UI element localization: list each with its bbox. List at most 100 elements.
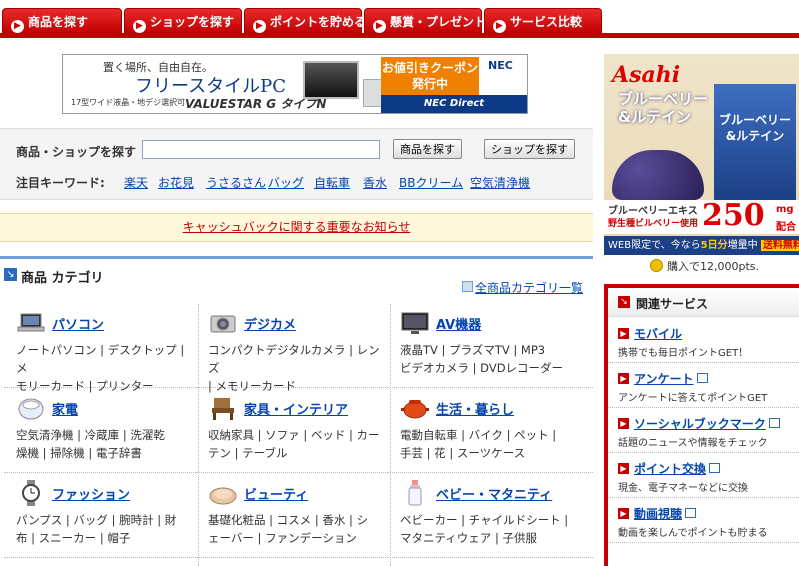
- ad-info-strip: ブルーベリーエキス 野生種ビルベリー使用 250 mg 配合: [604, 198, 799, 234]
- related-link[interactable]: 動画視聴: [634, 505, 697, 522]
- related-link[interactable]: モバイル: [634, 325, 682, 342]
- play-icon: ▶: [253, 20, 266, 33]
- keyword-link[interactable]: BBクリーム: [399, 174, 463, 191]
- category-link[interactable]: デジカメ: [244, 314, 296, 333]
- category-link[interactable]: ビューティ: [244, 484, 308, 503]
- related-services-title: 関連サービス: [636, 297, 709, 311]
- arrow-right-icon: ▶: [618, 373, 629, 384]
- pot-icon: [401, 400, 429, 419]
- tab-prizes[interactable]: ▶ 懸賞・プレゼント: [364, 8, 486, 34]
- category-link[interactable]: ベビー・マタニティ: [436, 484, 552, 503]
- search-box: 商品・ショップを探す 商品を探す ショップを探す 注目キーワード: 楽天 お花見…: [0, 128, 593, 200]
- subcategory-list: 液晶TV | プラズマTV | MP3 ビデオカメラ | DVDレコーダー: [400, 343, 564, 375]
- top-nav: ▶ 商品を探す ▶ ショップを探す ▶ ポイントを貯める ▶ 懸賞・プレゼント ▶ サービ…: [0, 0, 799, 38]
- related-desc: 携帯でも毎日ポイントGET！: [618, 348, 749, 359]
- category-link[interactable]: 生活・暮らし: [436, 399, 514, 418]
- blueberries-image: [612, 150, 704, 200]
- related-item-mobile: ▶ モバイル 携帯でも毎日ポイントGET！: [608, 317, 799, 363]
- category-cell: ベビー・マタニティ ベビーカー | チャイルドシート | マタニティウェア | 子…: [388, 474, 593, 558]
- search-products-button[interactable]: 商品を探す: [393, 139, 462, 159]
- tv-icon: [401, 312, 429, 334]
- tab-service-compare[interactable]: ▶ サービス比較: [484, 8, 602, 34]
- nec-banner-ad[interactable]: 置く場所、自由自在。 フリースタイルPC 17型ワイド液晶・地デジ選択可 VAL…: [62, 54, 528, 114]
- category-cell: 家具・インテリア 収納家具 | ソファ | ベッド | カー テン | テーブル: [196, 389, 388, 473]
- category-link[interactable]: AV機器: [436, 314, 481, 333]
- category-link[interactable]: ファッション: [52, 484, 130, 503]
- play-icon: ▶: [133, 20, 146, 33]
- category-title: 商品 カテゴリ: [21, 271, 104, 286]
- subcategory-list: 基礎化粧品 | コスメ | 香水 | シェーバー | ファンデーション: [208, 513, 369, 545]
- related-desc: 話題のニュースや情報をチェック: [618, 438, 768, 449]
- arrow-icon: ↘: [618, 296, 630, 308]
- keyword-link[interactable]: 自転車: [314, 174, 350, 191]
- category-link[interactable]: パソコン: [52, 314, 104, 333]
- cashback-notice-link[interactable]: キャッシュバックに関する重要なお知らせ: [183, 220, 411, 234]
- category-link[interactable]: 家具・インテリア: [244, 399, 348, 418]
- subcategory-list: 収納家具 | ソファ | ベッド | カー テン | テーブル: [208, 428, 380, 460]
- chair-icon: [212, 398, 234, 420]
- keyword-link[interactable]: お花見: [158, 174, 194, 191]
- category-cell: ファッション パンプス | バッグ | 腕時計 | 財布 | スニーカー | 帽…: [4, 474, 196, 558]
- related-services-header: ↘ 関連サービス: [608, 288, 799, 317]
- arrow-right-icon: ▶: [618, 508, 629, 519]
- subcategory-list: パンプス | バッグ | 腕時計 | 財布 | スニーカー | 帽子: [16, 513, 177, 545]
- related-services-panel: ↘ 関連サービス ▶ モバイル 携帯でも毎日ポイントGET！ ▶ アンケート ア…: [604, 284, 799, 566]
- keyword-link[interactable]: うさるさん: [206, 174, 266, 191]
- search-shops-button[interactable]: ショップを探す: [484, 139, 575, 159]
- related-item-video: ▶ 動画視聴 動画を楽しんでポイントも貯まる: [608, 497, 799, 543]
- related-item-point-exchange: ▶ ポイント交換 現金、電子マネーなどに交換: [608, 452, 799, 498]
- keyword-link[interactable]: バッグ: [268, 174, 304, 191]
- tab-earn-points[interactable]: ▶ ポイントを貯める: [244, 8, 366, 34]
- keyword-link[interactable]: 香水: [363, 174, 387, 191]
- related-link[interactable]: ポイント交換: [634, 460, 721, 477]
- all-categories-link[interactable]: 全商品カテゴリ一覧: [462, 279, 583, 296]
- nec-direct-label: NEC Direct: [381, 95, 527, 113]
- tab-search-products[interactable]: ▶ 商品を探す: [2, 8, 122, 34]
- related-desc: アンケートに答えてポイントGET: [618, 393, 768, 404]
- banner-line3: 17型ワイド液晶・地デジ選択可: [71, 98, 186, 107]
- external-link-icon: [685, 508, 697, 518]
- notice-bar: キャッシュバックに関する重要なお知らせ: [0, 213, 593, 242]
- points-info: 購入で12,000pts.: [650, 258, 759, 274]
- category-cell: ビューティ 基礎化粧品 | コスメ | 香水 | シェーバー | ファンデーショ…: [196, 474, 388, 558]
- nav-underline: [0, 33, 799, 38]
- keyword-link[interactable]: 楽天: [124, 174, 148, 191]
- bottle-icon: [408, 480, 422, 506]
- related-item-survey: ▶ アンケート アンケートに答えてポイントGET: [608, 362, 799, 408]
- keyword-link[interactable]: 空気清浄機: [470, 174, 530, 191]
- related-desc: 現金、電子マネーなどに交換: [618, 483, 748, 494]
- ad-bottom-bar: WEB限定で、今なら5日分増量中 送料無料: [604, 236, 799, 255]
- category-cell: パソコン ノートパソコン | デスクトップ | メモリーカード | プリンター: [4, 304, 196, 393]
- play-icon: ▶: [11, 20, 24, 33]
- tab-search-shops[interactable]: ▶ ショップを探す: [124, 8, 242, 34]
- search-label: 商品・ショップを探す: [16, 145, 137, 159]
- arrow-right-icon: ▶: [618, 418, 629, 429]
- arrow-box-icon: [462, 281, 473, 292]
- category-link[interactable]: 家電: [52, 399, 78, 418]
- external-link-icon: [709, 463, 721, 473]
- arrow-right-icon: ▶: [618, 463, 629, 474]
- asahi-logo: Asahi: [612, 62, 681, 88]
- external-link-icon: [696, 373, 708, 383]
- monitor-image: [303, 61, 359, 99]
- keyword-label: 注目キーワード:: [16, 176, 105, 190]
- related-link[interactable]: ソーシャルブックマーク: [634, 415, 780, 432]
- subcategory-list: コンパクトデジタルカメラ | レンズ | メモリーカード: [208, 343, 380, 393]
- subcategory-list: ノートパソコン | デスクトップ | メモリーカード | プリンター: [16, 343, 185, 393]
- subcategory-list: 電動自転車 | バイク | ペット | 手芸 | 花 | スーツケース: [400, 428, 557, 460]
- play-icon: ▶: [493, 20, 506, 33]
- laptop-icon: [17, 313, 45, 332]
- external-link-icon: [768, 418, 780, 428]
- search-input[interactable]: [142, 140, 380, 159]
- ad-product-title: ブルーベリー &ルテイン: [618, 90, 709, 126]
- product-package-image: ブルーベリー &ルテイン: [714, 84, 796, 202]
- related-desc: 動画を楽しんでポイントも貯まる: [618, 528, 768, 539]
- related-link[interactable]: アンケート: [634, 370, 708, 387]
- compact-icon: [209, 487, 237, 505]
- category-cell: 家電 空気清浄機 | 冷蔵庫 | 洗濯乾 燥機 | 掃除機 | 電子辞書: [4, 389, 196, 473]
- subcategory-list: ベビーカー | チャイルドシート | マタニティウェア | 子供服: [400, 513, 569, 545]
- nec-logo: NEC: [488, 59, 513, 72]
- asahi-blueberry-ad[interactable]: Asahi ブルーベリー &ルテイン ブルーベリー &ルテイン ブルーベリーエキス …: [604, 54, 799, 255]
- category-cell: 生活・暮らし 電動自転車 | バイク | ペット | 手芸 | 花 | スーツケー…: [388, 389, 593, 473]
- category-cell: AV機器 液晶TV | プラズマTV | MP3 ビデオカメラ | DVDレコーダ…: [388, 304, 593, 388]
